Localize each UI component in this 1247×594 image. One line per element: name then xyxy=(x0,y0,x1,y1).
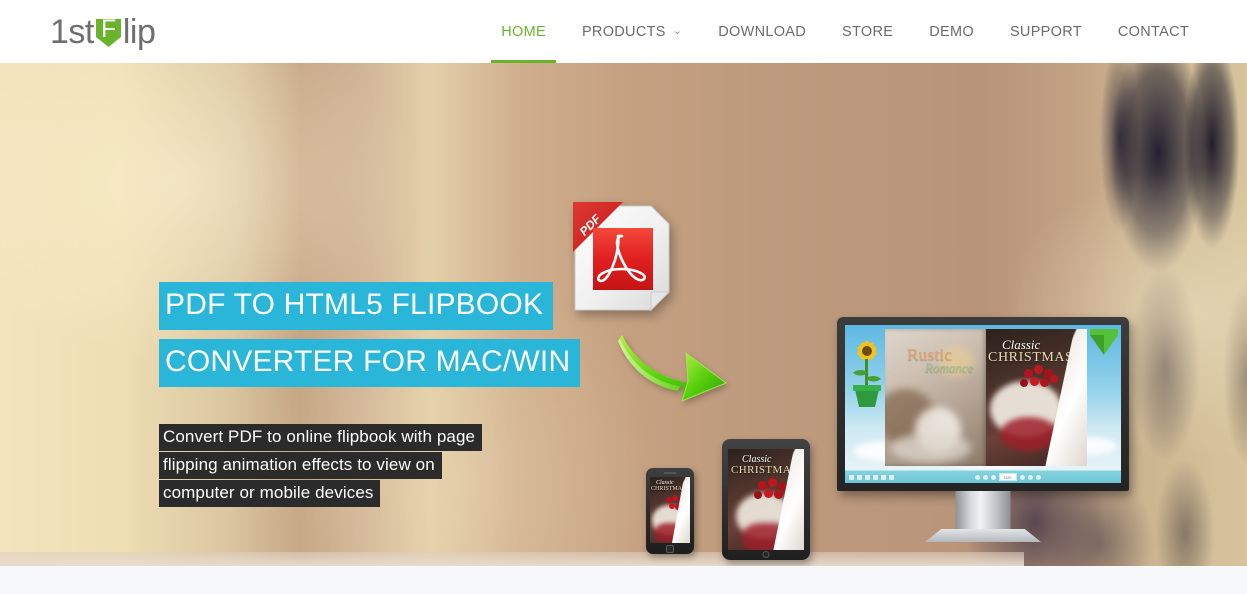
page-content-below-hero xyxy=(0,566,1247,594)
phone-screen[interactable]: Classic CHRISTMAS xyxy=(650,477,690,543)
prev-page-icon[interactable] xyxy=(982,474,988,480)
logo-badge-letter: F xyxy=(100,15,116,43)
thumbnails-icon[interactable] xyxy=(849,474,854,480)
nav-item-products-label: PRODUCTS xyxy=(581,23,666,40)
phone-home-button[interactable] xyxy=(666,545,674,553)
hero-headline-line-1: PDF TO HTML5 FLIPBOOK xyxy=(159,282,554,330)
phone-flipbook-title: CHRISTMAS xyxy=(651,486,686,492)
leaf-icon xyxy=(1090,329,1118,355)
nav-item-products[interactable]: PRODUCTS ⌄ xyxy=(564,0,700,63)
flipbook-left-page[interactable]: Rustic Romance xyxy=(885,329,986,466)
page-indicator[interactable]: 1/20 xyxy=(998,473,1017,481)
zoom-in-icon[interactable] xyxy=(1027,474,1033,480)
site-header: 1st F lip HOME PRODUCTS ⌄ DOWNLOAD STORE… xyxy=(0,0,1247,63)
hero-headline-line-2: CONVERTER FOR MAC/WIN xyxy=(159,339,581,387)
chevron-down-icon: ⌄ xyxy=(672,25,683,37)
tablet-screen[interactable]: Classic CHRISTMAS xyxy=(728,449,804,550)
first-page-icon[interactable] xyxy=(974,474,980,480)
logo-text-first: 1st xyxy=(50,12,94,51)
site-logo[interactable]: 1st F lip xyxy=(50,12,156,52)
fullscreen-icon[interactable] xyxy=(1035,474,1041,480)
nav-item-home-label: HOME xyxy=(501,23,546,40)
flipbook-left-subtitle: Romance xyxy=(925,360,974,375)
monitor-stand-base xyxy=(925,529,1041,542)
pdf-file-icon: PDF xyxy=(573,202,671,312)
monitor-body: Rustic Romance Classic CHRISTMAS 1/20 xyxy=(837,317,1129,491)
hero-subheadline: Convert PDF to online flipbook with page… xyxy=(159,424,483,508)
nav-item-download-label: DOWNLOAD xyxy=(718,23,807,40)
logo-shield-icon: F xyxy=(95,15,122,48)
monitor-stand-neck xyxy=(955,491,1011,531)
print-icon[interactable] xyxy=(881,474,886,480)
nav-item-demo[interactable]: DEMO xyxy=(911,0,992,63)
nav-item-demo-label: DEMO xyxy=(929,23,974,40)
tablet-home-button[interactable] xyxy=(762,551,770,558)
flipbook-toolbar: 1/20 xyxy=(845,470,1121,483)
nav-item-contact[interactable]: CONTACT xyxy=(1100,0,1207,63)
toolbar-left-controls xyxy=(845,474,894,480)
sunflower-icon xyxy=(853,341,881,407)
next-page-icon[interactable] xyxy=(990,474,996,480)
bookmark-icon[interactable] xyxy=(873,474,878,480)
nav-item-store-label: STORE xyxy=(842,23,894,40)
toc-icon[interactable] xyxy=(857,474,862,480)
toolbar-page-controls: 1/20 xyxy=(974,473,1041,481)
desktop-monitor: Rustic Romance Classic CHRISTMAS 1/20 xyxy=(837,317,1129,562)
nav-item-support[interactable]: SUPPORT xyxy=(992,0,1100,63)
phone-speaker xyxy=(663,472,677,474)
phone-device: Classic CHRISTMAS xyxy=(646,468,694,554)
nav-item-store[interactable]: STORE xyxy=(824,0,911,63)
flipbook-right-page[interactable]: Classic CHRISTMAS xyxy=(986,329,1087,466)
green-arrow-icon xyxy=(618,335,728,402)
flipbook-right-title: CHRISTMAS xyxy=(988,350,1074,365)
nav-item-contact-label: CONTACT xyxy=(1117,23,1189,40)
tablet-flipbook-title: CHRISTMAS xyxy=(731,464,798,476)
hero-subheadline-line-1: Convert PDF to online flipbook with page xyxy=(159,424,483,451)
nav-item-support-label: SUPPORT xyxy=(1009,23,1082,40)
hero-headline: PDF TO HTML5 FLIPBOOK CONVERTER FOR MAC/… xyxy=(159,282,581,396)
last-page-icon[interactable] xyxy=(1019,474,1025,480)
flipbook-spread: Rustic Romance Classic CHRISTMAS xyxy=(885,329,1087,466)
share-icon[interactable] xyxy=(889,474,894,480)
hero-subheadline-line-3: computer or mobile devices xyxy=(159,480,381,507)
nav-item-home[interactable]: HOME xyxy=(483,0,564,63)
hero-subheadline-line-2: flipping animation effects to view on xyxy=(159,452,442,479)
search-icon[interactable] xyxy=(865,474,870,480)
tablet-device: Classic CHRISTMAS xyxy=(722,439,810,560)
logo-text-last: lip xyxy=(122,12,156,51)
monitor-screen: Rustic Romance Classic CHRISTMAS 1/20 xyxy=(845,325,1121,483)
main-navigation: HOME PRODUCTS ⌄ DOWNLOAD STORE DEMO SUPP… xyxy=(483,0,1207,63)
hero-banner: PDF TO HTML5 FLIPBOOK CONVERTER FOR MAC/… xyxy=(0,63,1247,566)
nav-item-download[interactable]: DOWNLOAD xyxy=(700,0,824,63)
